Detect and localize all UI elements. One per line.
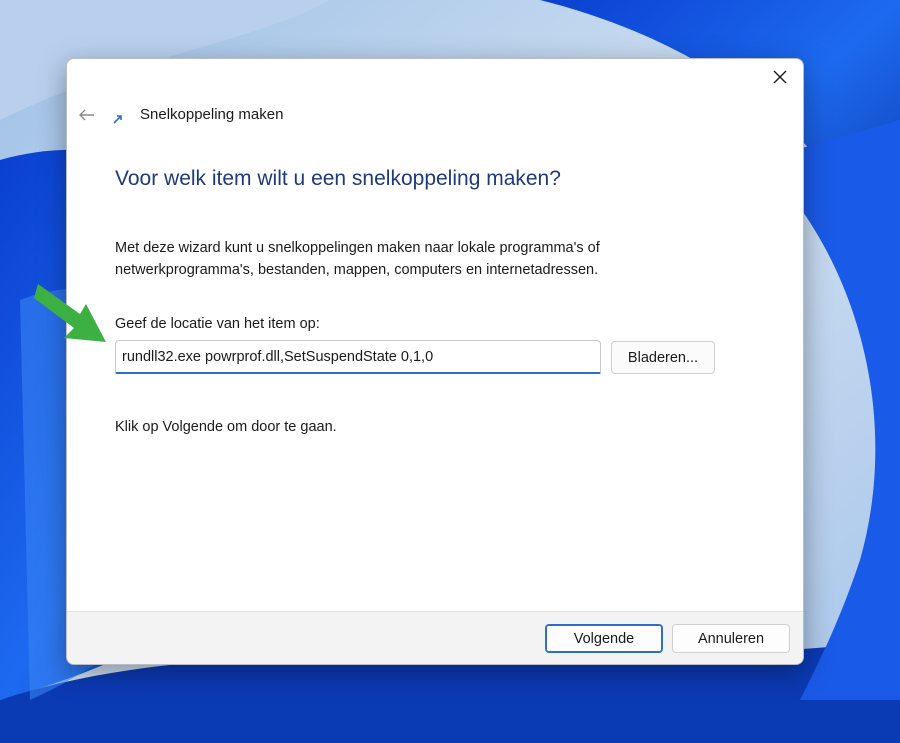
dialog-footer: Volgende Annuleren	[67, 611, 803, 664]
close-icon	[773, 70, 787, 84]
page-heading: Voor welk item wilt u een snelkoppeling …	[115, 167, 561, 190]
wizard-description: Met deze wizard kunt u snelkoppelingen m…	[115, 237, 675, 281]
wizard-title: Snelkoppeling maken	[140, 106, 284, 123]
shortcut-icon	[113, 115, 122, 124]
hint-text: Klik op Volgende om door te gaan.	[115, 419, 337, 435]
location-input[interactable]	[115, 340, 601, 374]
description-line: Met deze wizard kunt u snelkoppelingen m…	[115, 240, 600, 256]
back-button[interactable]	[73, 103, 101, 127]
location-label: Geef de locatie van het item op:	[115, 316, 320, 332]
green-arrow-icon	[34, 284, 106, 342]
browse-button[interactable]: Bladeren...	[611, 341, 715, 374]
create-shortcut-dialog: Snelkoppeling maken Voor welk item wilt …	[66, 58, 804, 665]
description-line: netwerkprogramma's, bestanden, mappen, c…	[115, 262, 599, 278]
back-arrow-icon	[79, 109, 94, 121]
close-button[interactable]	[757, 59, 803, 95]
next-button[interactable]: Volgende	[545, 624, 663, 653]
cancel-button[interactable]: Annuleren	[672, 624, 790, 653]
